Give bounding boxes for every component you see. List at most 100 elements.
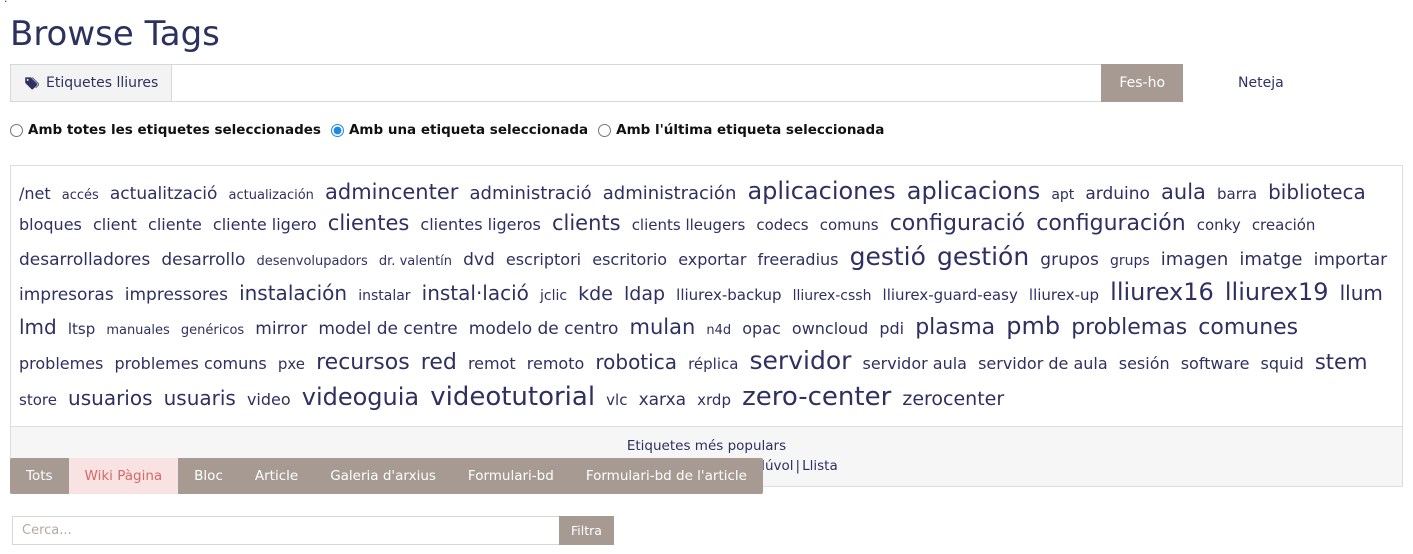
tab-article[interactable]: Article bbox=[239, 458, 314, 494]
tag-link[interactable]: n4d bbox=[706, 323, 731, 338]
tag-link[interactable]: exportar bbox=[678, 250, 746, 269]
tag-link[interactable]: importar bbox=[1314, 250, 1388, 270]
tag-link[interactable]: software bbox=[1181, 354, 1250, 373]
tag-link[interactable]: pmb bbox=[1006, 312, 1060, 340]
tag-link[interactable]: instalar bbox=[358, 288, 410, 304]
tag-link[interactable]: clients lleugers bbox=[632, 216, 746, 234]
match-mode-option-last[interactable]: Amb l'última etiqueta seleccionada bbox=[598, 122, 884, 138]
tag-link[interactable]: imagen bbox=[1161, 249, 1228, 270]
tag-link[interactable]: remot bbox=[468, 354, 516, 373]
tag-link[interactable]: lmd bbox=[19, 315, 57, 339]
tag-link[interactable]: lliurex16 bbox=[1110, 278, 1214, 306]
tag-link[interactable]: réplica bbox=[688, 355, 738, 373]
tag-link[interactable]: lliurex-guard-easy bbox=[883, 286, 1018, 304]
tag-link[interactable]: clientes bbox=[328, 211, 410, 235]
tag-link[interactable]: instalación bbox=[239, 281, 347, 305]
tag-link[interactable]: recursos bbox=[316, 350, 410, 375]
tag-link[interactable]: ldap bbox=[624, 283, 665, 305]
tab-formulari-bd-de-l-article[interactable]: Formulari-bd de l'article bbox=[570, 458, 763, 494]
tag-link[interactable]: grupos bbox=[1040, 250, 1099, 270]
match-mode-radio-last[interactable] bbox=[598, 123, 612, 137]
tag-link[interactable]: opac bbox=[742, 319, 781, 338]
tag-link[interactable]: servidor aula bbox=[863, 354, 967, 373]
tag-link[interactable]: manuales bbox=[106, 323, 169, 338]
tag-link[interactable]: comuns bbox=[820, 216, 879, 234]
tag-link[interactable]: desenvolupadors bbox=[257, 254, 368, 269]
tag-link[interactable]: imatge bbox=[1239, 249, 1302, 270]
tag-link[interactable]: usuarios bbox=[68, 386, 152, 410]
tag-link[interactable]: gestión bbox=[937, 242, 1029, 271]
tag-link[interactable]: creación bbox=[1252, 216, 1316, 234]
tag-link[interactable]: vlc bbox=[606, 391, 627, 409]
match-mode-radio-any[interactable] bbox=[330, 123, 344, 137]
tags-search-input[interactable] bbox=[171, 64, 1102, 102]
tag-link[interactable]: dr. valentín bbox=[379, 254, 452, 269]
tag-link[interactable]: /net bbox=[19, 184, 51, 203]
tag-link[interactable]: zero-center bbox=[742, 382, 891, 412]
tab-wiki-p-gina[interactable]: Wiki Pàgina bbox=[68, 458, 179, 494]
tag-link[interactable]: problemes bbox=[19, 354, 103, 373]
tab-galeria-d-arxius[interactable]: Galeria d'arxius bbox=[314, 458, 452, 494]
tag-link[interactable]: client bbox=[93, 215, 137, 234]
tab-bloc[interactable]: Bloc bbox=[178, 458, 239, 494]
tag-link[interactable]: apt bbox=[1051, 187, 1074, 203]
tag-link[interactable]: accés bbox=[62, 188, 99, 203]
tab-formulari-bd[interactable]: Formulari-bd bbox=[452, 458, 570, 494]
tag-link[interactable]: pdi bbox=[879, 319, 904, 338]
tag-link[interactable]: videoguia bbox=[302, 383, 419, 411]
tag-link[interactable]: zerocenter bbox=[902, 388, 1004, 410]
submit-tags-button[interactable]: Fes-ho bbox=[1101, 64, 1184, 102]
match-mode-option-any[interactable]: Amb una etiqueta seleccionada bbox=[330, 122, 588, 138]
tag-link[interactable]: servidor bbox=[750, 346, 852, 375]
tag-link[interactable]: xarxa bbox=[639, 390, 687, 410]
tag-link[interactable]: conky bbox=[1197, 216, 1241, 234]
tag-link[interactable]: lliurex19 bbox=[1225, 278, 1329, 306]
tag-link[interactable]: servidor de aula bbox=[978, 354, 1108, 373]
tag-link[interactable]: video bbox=[247, 390, 291, 409]
tag-link[interactable]: comunes bbox=[1198, 315, 1298, 340]
tag-link[interactable]: gestió bbox=[850, 242, 926, 271]
tag-link[interactable]: aplicaciones bbox=[747, 177, 895, 205]
tag-link[interactable]: squid bbox=[1261, 354, 1304, 373]
tag-link[interactable]: problemas bbox=[1071, 315, 1187, 340]
filter-search-input[interactable] bbox=[12, 516, 559, 545]
tag-link[interactable]: dvd bbox=[463, 250, 495, 270]
tag-link[interactable]: store bbox=[19, 391, 57, 409]
tag-link[interactable]: mulan bbox=[630, 315, 696, 339]
tag-link[interactable]: administración bbox=[603, 183, 737, 204]
tag-link[interactable]: actualización bbox=[229, 188, 314, 203]
tag-link[interactable]: lliurex-cssh bbox=[793, 288, 872, 304]
tag-link[interactable]: desarrollo bbox=[161, 250, 245, 270]
tag-link[interactable]: freeradius bbox=[758, 250, 839, 269]
tag-link[interactable]: bloques bbox=[19, 215, 82, 234]
tag-link[interactable]: ltsp bbox=[68, 320, 95, 338]
tag-link[interactable]: llum bbox=[1340, 281, 1383, 305]
tag-link[interactable]: kde bbox=[578, 283, 613, 305]
tag-link[interactable]: codecs bbox=[756, 216, 808, 234]
clear-tags-link[interactable]: Neteja bbox=[1238, 75, 1284, 91]
tag-link[interactable]: jclic bbox=[540, 288, 567, 304]
tab-tots[interactable]: Tots bbox=[10, 458, 69, 494]
tag-link[interactable]: lliurex-backup bbox=[676, 286, 781, 304]
match-mode-label-any[interactable]: Amb una etiqueta seleccionada bbox=[349, 122, 588, 138]
tag-link[interactable]: genéricos bbox=[181, 323, 244, 338]
tag-link[interactable]: actualització bbox=[110, 184, 218, 204]
tag-link[interactable]: administració bbox=[469, 183, 591, 204]
sort-link-llista[interactable]: Llista bbox=[802, 458, 838, 474]
tag-link[interactable]: xrdp bbox=[697, 391, 731, 409]
tag-link[interactable]: barra bbox=[1217, 185, 1257, 203]
tag-link[interactable]: desarrolladores bbox=[19, 250, 150, 270]
tag-link[interactable]: robotica bbox=[595, 350, 677, 374]
tag-link[interactable]: videotutorial bbox=[430, 382, 595, 412]
tag-link[interactable]: model de centre bbox=[318, 319, 457, 339]
tag-link[interactable]: biblioteca bbox=[1268, 180, 1366, 204]
tag-link[interactable]: problemes comuns bbox=[114, 354, 266, 373]
tag-link[interactable]: stem bbox=[1315, 350, 1368, 374]
tag-link[interactable]: pxe bbox=[278, 355, 305, 373]
tag-link[interactable]: remoto bbox=[527, 354, 585, 373]
tag-link[interactable]: escritorio bbox=[592, 250, 667, 269]
tag-link[interactable]: mirror bbox=[255, 319, 307, 339]
tag-link[interactable]: red bbox=[421, 350, 457, 375]
tag-link[interactable]: configuració bbox=[890, 211, 1025, 236]
tag-link[interactable]: grups bbox=[1110, 253, 1150, 269]
